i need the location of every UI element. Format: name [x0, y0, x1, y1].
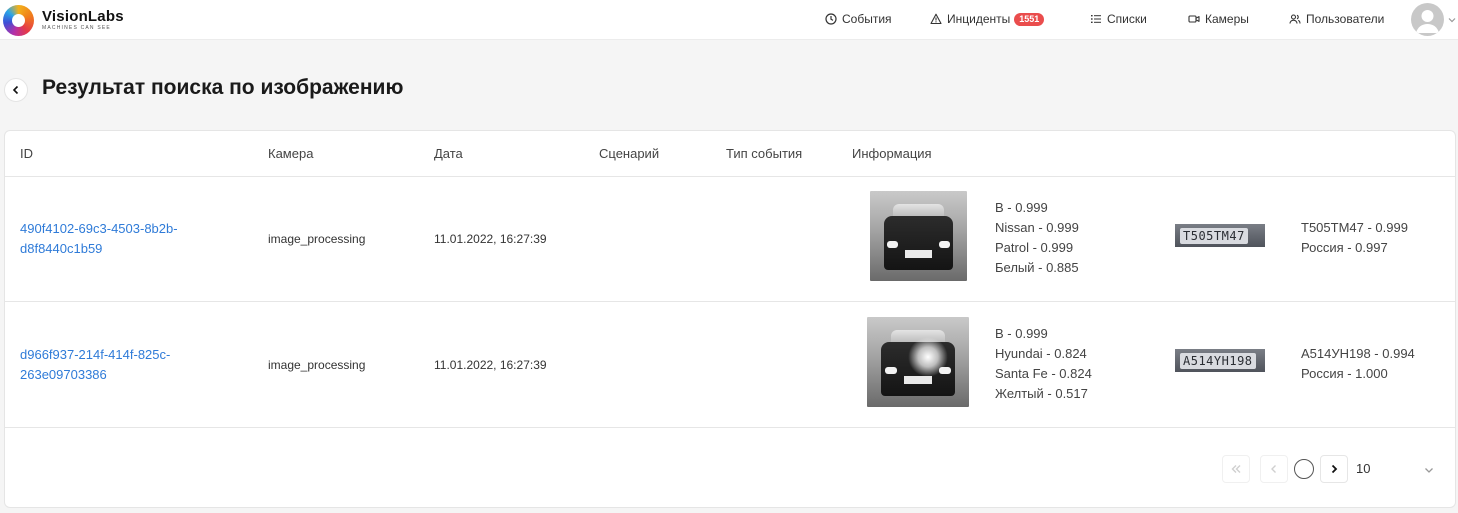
event-id-line: 263e09703386: [20, 367, 107, 382]
vehicle-model: Patrol - 0.999: [995, 240, 1074, 255]
chevron-left-icon: [12, 85, 19, 95]
table-row[interactable]: d966f937-214f-414f-825c- 263e09703386 im…: [5, 303, 1455, 428]
vehicle-model: Santa Fe - 0.824: [995, 366, 1092, 381]
vehicle-thumbnail[interactable]: [867, 317, 969, 407]
double-chevron-left-icon: [1231, 465, 1241, 473]
first-page-button[interactable]: [1222, 455, 1250, 483]
pagination: 10: [5, 455, 1455, 483]
plate-country: Россия - 0.997: [1301, 240, 1388, 255]
vehicle-brand: Nissan - 0.999: [995, 220, 1079, 235]
nav-cameras[interactable]: Камеры: [1188, 10, 1249, 28]
brand-tagline: MACHINES CAN SEE: [42, 24, 111, 31]
headlight: [887, 240, 899, 248]
event-id-line: d8f8440c1b59: [20, 241, 103, 256]
incidents-count-badge: 1551: [1014, 12, 1045, 26]
logo-ring-icon: [3, 4, 34, 36]
license-plate-thumbnail[interactable]: T505TM47: [1175, 224, 1265, 247]
column-header-event-type: Тип события: [726, 146, 803, 161]
camera-name: image_processing: [268, 358, 366, 372]
event-date: 11.01.2022, 16:27:39: [434, 358, 547, 372]
vehicle-attributes: B - 0.999 Hyundai - 0.824 Santa Fe - 0.8…: [995, 324, 1092, 404]
vehicle-color: Желтый - 0.517: [995, 386, 1088, 401]
clock-icon: [825, 13, 837, 25]
list-icon: [1090, 13, 1102, 25]
results-table: ID Камера Дата Сценарий Тип события Инфо…: [4, 130, 1456, 508]
plate-number: T505TM47 - 0.999: [1301, 220, 1408, 235]
back-button[interactable]: [4, 78, 28, 102]
current-page-indicator[interactable]: [1294, 459, 1314, 479]
event-date: 11.01.2022, 16:27:39: [434, 232, 547, 246]
license-plate-thumbnail[interactable]: A514YH198: [1175, 349, 1265, 372]
nav-lists[interactable]: Списки: [1090, 10, 1147, 28]
chevron-left-icon: [1271, 465, 1276, 473]
vehicle-attributes: B - 0.999 Nissan - 0.999 Patrol - 0.999 …: [995, 198, 1079, 278]
headlight: [938, 240, 950, 248]
vehicle-color: Белый - 0.885: [995, 260, 1079, 275]
vehicle-plate: [904, 250, 933, 259]
users-icon: [1289, 13, 1301, 25]
chevron-down-icon[interactable]: [1423, 464, 1435, 476]
nav-users-label: Пользователи: [1306, 12, 1385, 26]
brand-logo[interactable]: VisionLabs MACHINES CAN SEE: [3, 4, 124, 36]
plate-image-text: A514YH198: [1180, 352, 1256, 369]
nav-incidents[interactable]: Инциденты 1551: [930, 10, 1045, 28]
video-camera-icon: [1188, 13, 1200, 25]
plate-number: A514УН198 - 0.994: [1301, 346, 1415, 361]
nav-lists-label: Списки: [1107, 12, 1147, 26]
headlight: [885, 366, 897, 374]
table-row[interactable]: 490f4102-69c3-4503-8b2b- d8f8440c1b59 im…: [5, 177, 1455, 302]
vehicle-plate: [903, 376, 933, 385]
column-header-info: Информация: [852, 146, 932, 161]
nav-events-label: События: [842, 12, 892, 26]
event-id-link[interactable]: 490f4102-69c3-4503-8b2b- d8f8440c1b59: [20, 219, 220, 259]
column-header-camera: Камера: [268, 146, 314, 161]
vehicle-category: B - 0.999: [995, 326, 1048, 341]
plate-country: Россия - 1.000: [1301, 366, 1388, 381]
column-header-id: ID: [20, 146, 33, 161]
table-header: ID Камера Дата Сценарий Тип события Инфо…: [5, 131, 1455, 177]
user-silhouette-icon: [1416, 10, 1439, 33]
column-header-scenario: Сценарий: [599, 146, 660, 161]
vehicle-brand: Hyundai - 0.824: [995, 346, 1087, 361]
plate-attributes: A514УН198 - 0.994 Россия - 1.000: [1301, 344, 1415, 384]
chevron-down-icon: [1448, 17, 1456, 22]
column-header-date: Дата: [434, 146, 463, 161]
headlight: [939, 366, 951, 374]
camera-name: image_processing: [268, 232, 366, 246]
previous-page-button[interactable]: [1260, 455, 1288, 483]
warning-icon: [930, 13, 942, 25]
page-size-value[interactable]: 10: [1356, 461, 1370, 476]
top-navigation-bar: VisionLabs MACHINES CAN SEE События Инци…: [0, 0, 1458, 40]
nav-incidents-label: Инциденты: [947, 12, 1011, 26]
nav-cameras-label: Камеры: [1205, 12, 1249, 26]
vehicle-thumbnail[interactable]: [870, 191, 967, 281]
chevron-right-icon: [1331, 464, 1338, 474]
logo-text: VisionLabs MACHINES CAN SEE: [42, 7, 124, 32]
user-menu[interactable]: [1411, 3, 1457, 36]
avatar: [1411, 3, 1444, 36]
nav-events[interactable]: События: [825, 10, 892, 28]
vehicle-category: B - 0.999: [995, 200, 1048, 215]
event-id-line: 490f4102-69c3-4503-8b2b-: [20, 221, 178, 236]
event-id-link[interactable]: d966f937-214f-414f-825c- 263e09703386: [20, 345, 220, 385]
brand-name: VisionLabs: [42, 7, 124, 25]
event-id-line: d966f937-214f-414f-825c-: [20, 347, 171, 362]
plate-image-text: T505TM47: [1180, 227, 1248, 244]
next-page-button[interactable]: [1320, 455, 1348, 483]
page-title: Результат поиска по изображению: [42, 76, 404, 99]
plate-attributes: T505TM47 - 0.999 Россия - 0.997: [1301, 218, 1408, 258]
nav-users[interactable]: Пользователи: [1289, 10, 1384, 28]
